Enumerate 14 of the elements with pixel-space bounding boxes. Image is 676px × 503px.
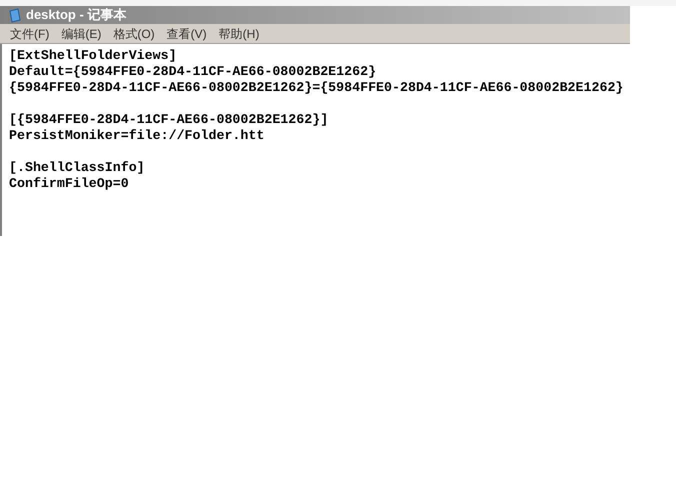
- text-line: [.ShellClassInfo]: [9, 160, 145, 176]
- text-line: ConfirmFileOp=0: [9, 176, 129, 192]
- menu-item[interactable]: 格式(O): [107, 24, 161, 42]
- text-line: [ExtShellFolderViews]: [9, 48, 177, 64]
- text-line: PersistMoniker=file://Folder.htt: [9, 128, 264, 144]
- window-title: desktop - 记事本: [26, 6, 126, 24]
- menu-item[interactable]: 帮助(H): [212, 24, 266, 42]
- notepad-icon: [8, 8, 22, 22]
- menu-item[interactable]: 查看(V): [160, 24, 213, 42]
- text-line: [{5984FFE0-28D4-11CF-AE66-08002B2E1262}]: [9, 112, 328, 128]
- menu-item[interactable]: 编辑(E): [55, 24, 108, 42]
- menu-item[interactable]: 文件(F): [4, 24, 56, 42]
- text-line: Default={5984FFE0-28D4-11CF-AE66-08002B2E1262}: [9, 64, 376, 80]
- text-line: {5984FFE0-28D4-11CF-AE66-08002B2E1262}={5984FFE0-28D4-11CF-AE66-08002B2E1262}: [9, 80, 624, 96]
